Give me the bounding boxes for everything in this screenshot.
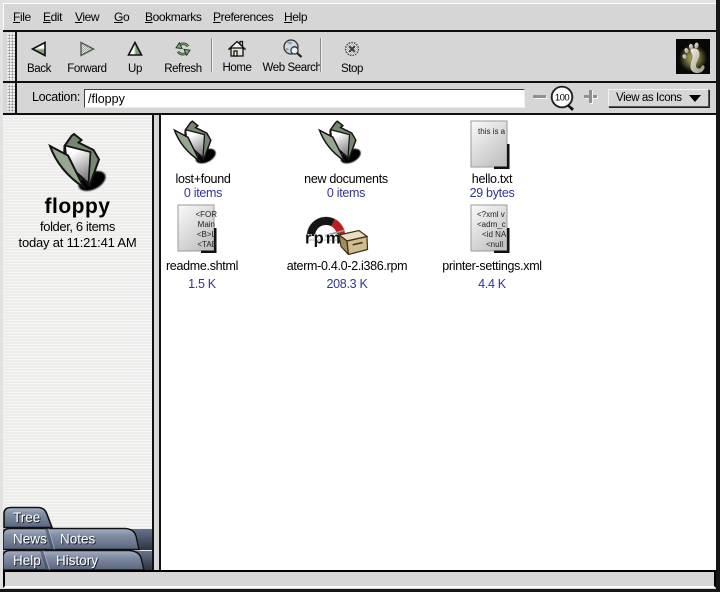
svg-text:History: History (56, 553, 98, 568)
svg-text:<adm_c: <adm_c (477, 220, 506, 229)
svg-text:this is a: this is a (478, 127, 506, 136)
svg-text:<FOR: <FOR (195, 210, 217, 219)
svg-text:News: News (13, 532, 47, 547)
svg-text:<null: <null (486, 240, 503, 249)
svg-text:100: 100 (555, 93, 570, 104)
svg-text:Help: Help (13, 553, 41, 568)
svg-text:<TAB: <TAB (197, 240, 217, 249)
svg-text:rpm: rpm (305, 230, 343, 248)
svg-text:<id NA: <id NA (482, 230, 507, 239)
svg-text:<?xml v: <?xml v (477, 210, 505, 219)
svg-text:Main: Main (198, 220, 215, 229)
svg-text:Tree: Tree (13, 510, 40, 525)
svg-text:Notes: Notes (60, 532, 96, 547)
svg-text:<B>L: <B>L (197, 230, 217, 239)
